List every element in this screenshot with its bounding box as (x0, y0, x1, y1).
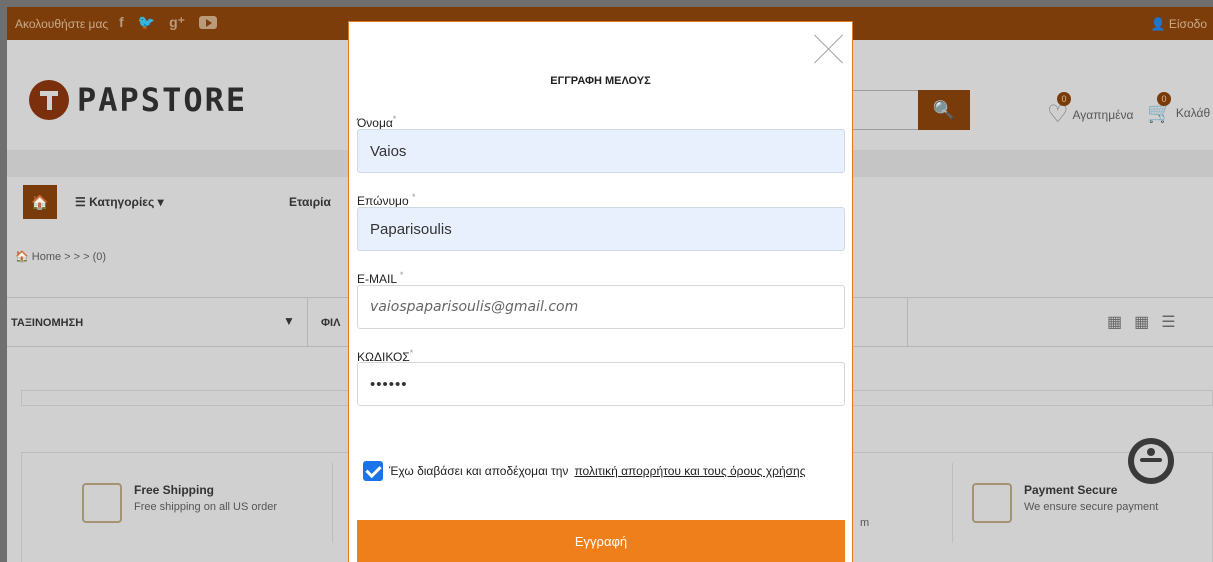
logo-mark-icon (29, 80, 69, 120)
feature-title: Payment Secure (1024, 483, 1118, 497)
feature-title: Free Shipping (134, 483, 215, 497)
heart-icon: ♡ 0 (1047, 92, 1071, 129)
site-logo[interactable]: PAPSTORE (29, 80, 247, 120)
wishlist-count-badge: 0 (1057, 92, 1071, 106)
terms-link[interactable]: πολιτική απορρήτου και τους όρους χρήσης (574, 464, 805, 478)
filter-label[interactable]: ΦΙΛ (321, 317, 340, 329)
company-link[interactable]: Εταιρία (289, 195, 331, 209)
follow-label: Ακολουθήστε μας (15, 17, 109, 31)
email-label: E-MAIL * (357, 270, 404, 286)
last-name-label: Επώνυμο * (357, 192, 416, 208)
divider (952, 463, 953, 543)
terms-agreement: Έχω διαβάσει και αποδέχομαι την πολιτική… (363, 461, 806, 481)
shipping-icon (82, 483, 122, 523)
divider (907, 298, 908, 346)
terms-text: Έχω διαβάσει και αποδέχομαι την (389, 464, 569, 478)
search-input[interactable] (847, 90, 918, 130)
wishlist-label: Αγαπημένα (1072, 107, 1134, 122)
modal-title: ΕΓΓΡΑΦΗ ΜΕΛΟΥΣ (550, 75, 651, 87)
search-button[interactable]: 🔍 (918, 90, 970, 130)
categories-menu[interactable]: ☰ Κατηγορίες ▾ (75, 195, 164, 209)
password-field[interactable] (357, 362, 845, 406)
first-name-field[interactable] (357, 129, 845, 173)
twitter-icon[interactable]: 🐦 (138, 14, 155, 31)
cart-label: Καλάθ (1175, 105, 1211, 120)
divider (332, 463, 333, 543)
grid-large-icon[interactable]: ▦ (1107, 312, 1122, 332)
grid-small-icon[interactable]: ▦ (1134, 312, 1149, 332)
feature-desc: We ensure secure payment (1024, 501, 1159, 513)
register-button[interactable]: Εγγραφή (357, 520, 845, 562)
social-links: f 🐦 g⁺ (119, 14, 218, 31)
youtube-icon[interactable] (199, 16, 218, 29)
last-name-field[interactable] (357, 207, 845, 251)
google-plus-icon[interactable]: g⁺ (169, 14, 185, 31)
terms-checkbox[interactable] (363, 461, 383, 481)
home-icon: 🏠 (31, 193, 49, 210)
feature-payment-secure: Payment Secure We ensure secure payment (972, 483, 1158, 523)
login-link[interactable]: 👤 Είσοδο (1151, 17, 1207, 31)
cart-link[interactable]: 🛒 0 Καλάθ (1147, 92, 1211, 125)
feature-desc: Free shipping on all US order (134, 501, 278, 513)
feature-free-shipping: Free Shipping Free shipping on all US or… (82, 483, 277, 523)
email-field[interactable] (357, 285, 845, 329)
view-toggles: ▦ ▦ ☰ (1107, 312, 1176, 332)
divider (307, 298, 308, 346)
payment-icon (972, 483, 1012, 523)
search-icon: 🔍 (932, 99, 956, 120)
logo-text: PAPSTORE (77, 81, 248, 119)
feature-desc-partial: m (860, 517, 870, 529)
accessibility-icon (1134, 444, 1168, 478)
registration-modal: ΕΓΓΡΑΦΗ ΜΕΛΟΥΣ Όνομα* Επώνυμο * E-MAIL *… (348, 21, 853, 562)
list-view-icon[interactable]: ☰ (1161, 312, 1175, 332)
facebook-icon[interactable]: f (119, 14, 124, 31)
close-icon[interactable] (814, 34, 844, 64)
cart-icon: 🛒 0 (1147, 92, 1172, 124)
wishlist-link[interactable]: ♡ 0 Αγαπημένα (1047, 92, 1134, 129)
sort-label[interactable]: ΤΑΞΙΝΟΜΗΣΗ (11, 317, 83, 329)
breadcrumb[interactable]: 🏠 Home > > > (0) (15, 250, 106, 263)
accessibility-button[interactable] (1128, 438, 1174, 484)
home-button[interactable]: 🏠 (23, 185, 57, 219)
sort-caret-icon[interactable]: ▼ (283, 314, 295, 328)
first-name-label: Όνομα* (357, 114, 397, 130)
cart-count-badge: 0 (1157, 92, 1171, 106)
